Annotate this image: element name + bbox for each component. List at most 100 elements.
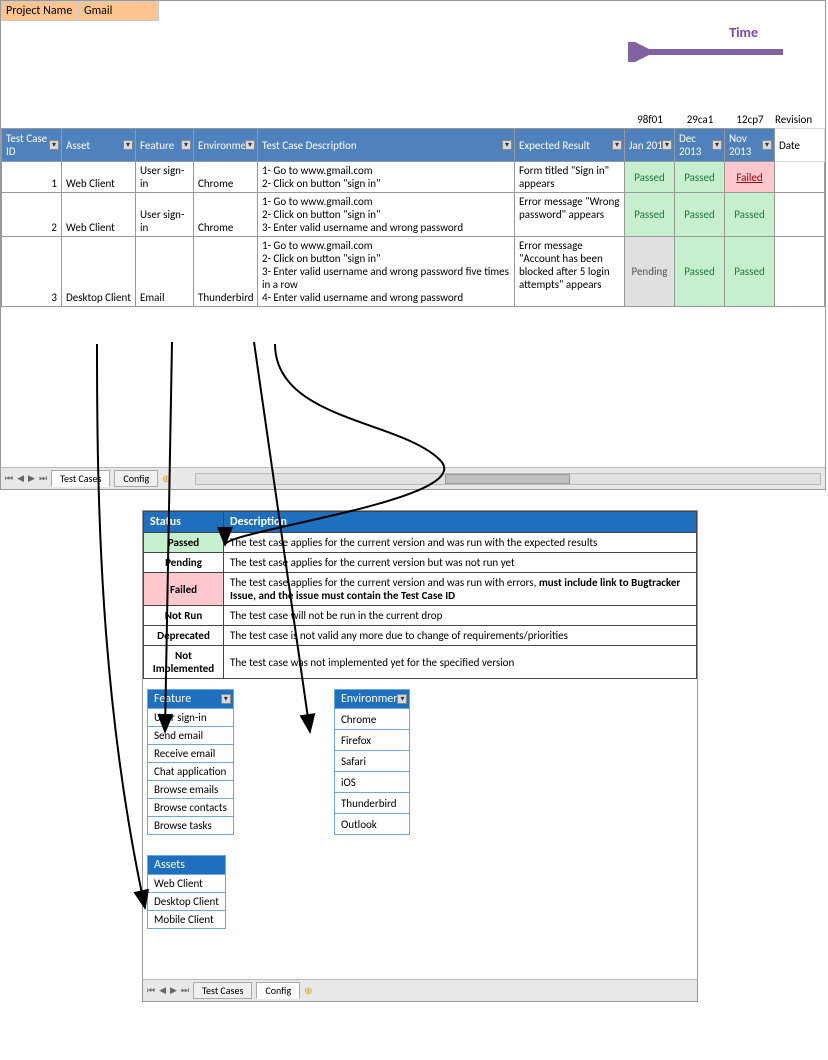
filter-icon[interactable]: ▾ [221, 694, 231, 704]
feature-item[interactable]: Receive email [148, 745, 234, 763]
nav-next[interactable]: ▶ [28, 473, 35, 484]
status-name: Passed [144, 533, 224, 553]
tab-config[interactable]: Config [256, 982, 300, 999]
filter-icon[interactable]: ▾ [245, 140, 255, 150]
col-m1[interactable]: Jan 2014▾ [625, 129, 675, 162]
status-table: Status Description PassedThe test case a… [143, 511, 697, 679]
cell-status[interactable]: Passed [675, 162, 725, 193]
cell-id[interactable]: 3 [2, 237, 62, 307]
cell-status[interactable]: Passed [625, 162, 675, 193]
cell-status[interactable]: Passed [725, 193, 775, 237]
nav-prev[interactable]: ◀ [17, 473, 24, 484]
cell-status[interactable]: Pending [625, 237, 675, 307]
status-desc: The test case applies for the current ve… [224, 553, 697, 573]
tab-test-cases[interactable]: Test Cases [51, 470, 110, 487]
cell-feature[interactable]: User sign-in [136, 162, 194, 193]
filter-icon[interactable]: ▾ [662, 140, 672, 150]
nav-last[interactable]: ⏭ [181, 985, 189, 996]
cell-status[interactable]: Passed [725, 237, 775, 307]
time-arrow-icon [628, 42, 788, 62]
nav-first[interactable]: ⏮ [5, 473, 13, 484]
nav-first[interactable]: ⏮ [147, 985, 155, 996]
revision-3: 12cp7 [725, 111, 775, 128]
feature-item[interactable]: Browse tasks [148, 817, 234, 835]
env-item[interactable]: Firefox [334, 730, 410, 751]
test-cases-window: Project Name Gmail Time 98f01 29ca1 12cp… [0, 0, 826, 490]
env-item[interactable]: Outlook [334, 814, 410, 835]
cell-desc[interactable]: 1- Go to www.gmail.com 2- Click on butto… [258, 162, 515, 193]
filter-icon[interactable]: ▾ [762, 140, 772, 150]
env-item[interactable]: Safari [334, 751, 410, 772]
cell-status[interactable]: Passed [625, 193, 675, 237]
asset-item[interactable]: Mobile Client [148, 911, 226, 929]
cell-status[interactable]: Passed [675, 193, 725, 237]
cell-id[interactable]: 1 [2, 162, 62, 193]
col-status-desc: Description [224, 512, 697, 533]
cell-asset[interactable]: Web Client [62, 162, 136, 193]
h-scrollbar[interactable] [195, 473, 821, 485]
col-expected[interactable]: Expected Result▾ [515, 129, 625, 162]
nav-last[interactable]: ⏭ [39, 473, 47, 484]
asset-item[interactable]: Desktop Client [148, 893, 226, 911]
env-item[interactable]: Thunderbird [334, 793, 410, 814]
filter-icon[interactable]: ▾ [397, 694, 407, 704]
feature-header[interactable]: Feature▾ [148, 690, 234, 709]
cell-desc[interactable]: 1- Go to www.gmail.com 2- Click on butto… [258, 193, 515, 237]
cell-expected[interactable]: Form titled "Sign in" appears [515, 162, 625, 193]
feature-item[interactable]: Send email [148, 727, 234, 745]
feature-item[interactable]: User sign-in [148, 709, 234, 727]
cell-desc[interactable]: 1- Go to www.gmail.com 2- Click on butto… [258, 237, 515, 307]
col-m3[interactable]: Nov 2013▾ [725, 129, 775, 162]
feature-item[interactable]: Chat application [148, 763, 234, 781]
status-name: Not Run [144, 606, 224, 626]
nav-prev[interactable]: ◀ [159, 985, 166, 996]
status-desc: The test case applies for the current ve… [224, 573, 697, 606]
cell-env[interactable]: Chrome [194, 162, 258, 193]
cell-status[interactable]: Passed [675, 237, 725, 307]
filter-icon[interactable]: ▾ [502, 140, 512, 150]
filter-icon[interactable]: ▾ [612, 140, 622, 150]
cell-feature[interactable]: User sign-in [136, 193, 194, 237]
col-feature[interactable]: Feature▾ [136, 129, 194, 162]
feature-item[interactable]: Browse contacts [148, 799, 234, 817]
env-item[interactable]: Chrome [334, 709, 410, 730]
cell-date[interactable] [775, 193, 825, 237]
sheet-tabs-top: ⏮ ◀ ▶ ⏭ Test Cases Config ⊕ [1, 467, 825, 489]
col-status: Status [144, 512, 224, 533]
feature-list: Feature▾ User sign-inSend emailReceive e… [147, 689, 234, 835]
cell-status[interactable]: Failed [725, 162, 775, 193]
cell-env[interactable]: Chrome [194, 193, 258, 237]
cell-env[interactable]: Thunderbird [194, 237, 258, 307]
filter-icon[interactable]: ▾ [712, 140, 722, 150]
nav-next[interactable]: ▶ [170, 985, 177, 996]
revision-label: Revision [775, 111, 825, 128]
feature-item[interactable]: Browse emails [148, 781, 234, 799]
col-m2[interactable]: Dec 2013▾ [675, 129, 725, 162]
cell-id[interactable]: 2 [2, 193, 62, 237]
filter-icon[interactable]: ▾ [49, 140, 59, 150]
cell-date[interactable] [775, 237, 825, 307]
status-name: Failed [144, 573, 224, 606]
asset-item[interactable]: Web Client [148, 875, 226, 893]
cell-date[interactable] [775, 162, 825, 193]
tab-config[interactable]: Config [114, 470, 158, 487]
env-header[interactable]: Environment▾ [334, 690, 410, 709]
cell-expected[interactable]: Error message "Wrong password" appears [515, 193, 625, 237]
col-asset[interactable]: Asset▾ [62, 129, 136, 162]
filter-icon[interactable]: ▾ [181, 140, 191, 150]
tab-new-icon[interactable]: ⊕ [162, 472, 170, 485]
tab-new-icon[interactable]: ⊕ [304, 984, 312, 997]
tab-test-cases[interactable]: Test Cases [193, 982, 252, 999]
status-name: Not Implemented [144, 646, 224, 679]
cell-expected[interactable]: Error message "Account has been blocked … [515, 237, 625, 307]
col-tcid[interactable]: Test Case ID▾ [2, 129, 62, 162]
assets-header: Assets [148, 856, 226, 875]
filter-icon[interactable]: ▾ [123, 140, 133, 150]
col-env[interactable]: Environment▾ [194, 129, 258, 162]
env-item[interactable]: iOS [334, 772, 410, 793]
status-desc: The test case applies for the current ve… [224, 533, 697, 553]
cell-feature[interactable]: Email [136, 237, 194, 307]
col-desc[interactable]: Test Case Description▾ [258, 129, 515, 162]
cell-asset[interactable]: Desktop Client [62, 237, 136, 307]
cell-asset[interactable]: Web Client [62, 193, 136, 237]
